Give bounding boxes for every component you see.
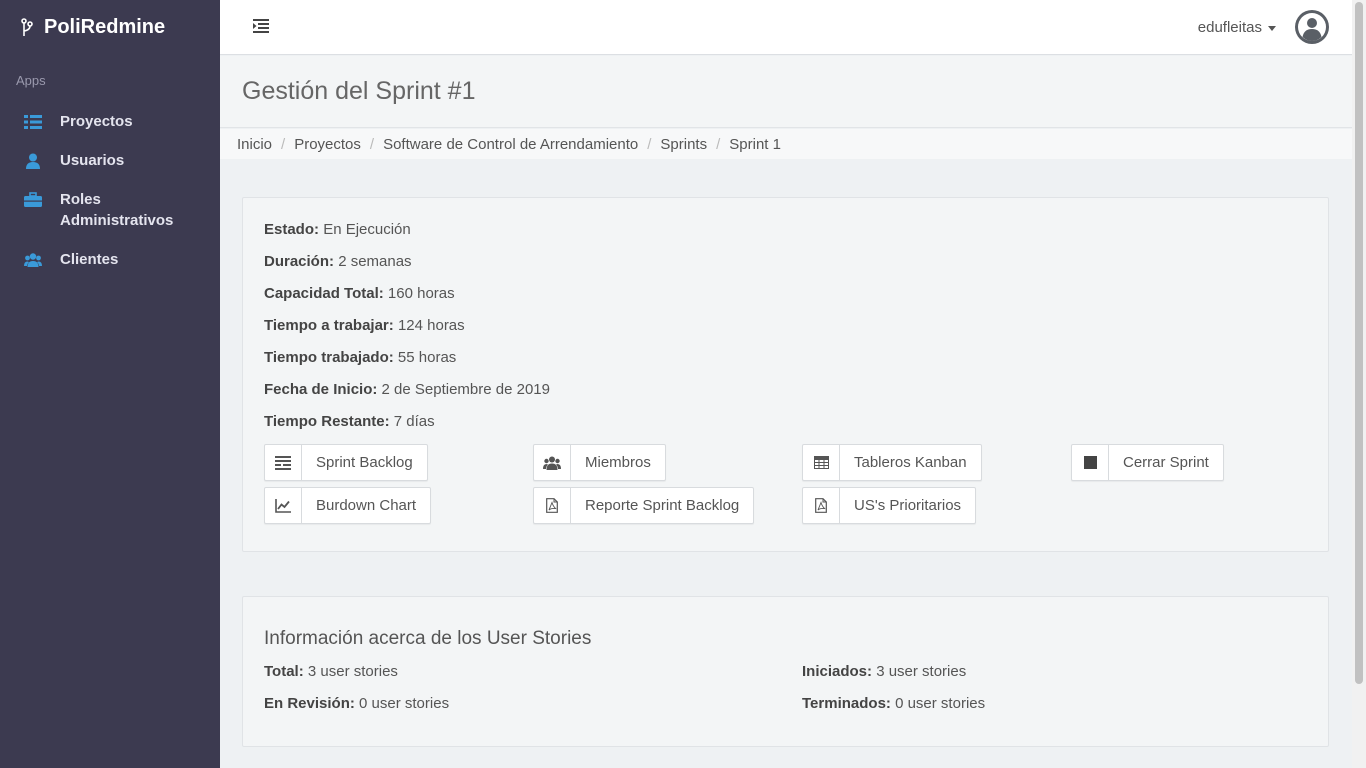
field-duracion: Duración: 2 semanas <box>264 253 412 270</box>
button-label: US's Prioritarios <box>854 497 962 514</box>
stop-icon <box>1072 445 1109 480</box>
breadcrumb-sprints[interactable]: Sprints <box>660 136 707 153</box>
breadcrumb-proyectos[interactable]: Proyectos <box>294 136 361 153</box>
user-icon <box>26 153 40 169</box>
username: edufleitas <box>1197 19 1262 36</box>
tableros-kanban-button[interactable]: Tableros Kanban <box>802 444 982 481</box>
miembros-button[interactable]: Miembros <box>533 444 666 481</box>
backlog-icon <box>265 445 302 480</box>
brand[interactable]: PoliRedmine <box>0 0 220 55</box>
breadcrumb: Inicio / Proyectos / Software de Control… <box>220 129 1352 159</box>
field-tiempo-trabajado: Tiempo trabajado: 55 horas <box>264 349 456 366</box>
scrollbar-thumb[interactable] <box>1355 2 1363 684</box>
breadcrumb-inicio[interactable]: Inicio <box>237 136 272 153</box>
field-label: Fecha de Inicio: <box>264 381 378 398</box>
field-value: 0 user stories <box>359 695 450 712</box>
breadcrumb-separator: / <box>281 135 286 153</box>
sidebar: PoliRedmine Apps Proyectos Usuarios Role… <box>0 0 220 768</box>
field-tiempo-a-trabajar: Tiempo a trabajar: 124 horas <box>264 317 465 334</box>
menu-toggle-icon[interactable] <box>253 19 269 33</box>
field-value: 55 horas <box>397 349 457 366</box>
sprint-info-panel: Estado: En Ejecución Duración: 2 semanas… <box>242 197 1329 552</box>
field-value: 2 semanas <box>338 253 412 270</box>
topbar: edufleitas <box>220 0 1352 55</box>
us-en-revision: En Revisión: 0 user stories <box>264 695 449 712</box>
breadcrumb-separator: / <box>716 135 721 153</box>
user-stories-title: Información acerca de los User Stories <box>264 628 592 649</box>
page-header: Gestión del Sprint #1 <box>220 56 1352 128</box>
field-value: 124 horas <box>397 317 465 334</box>
field-tiempo-restante: Tiempo Restante: 7 días <box>264 413 435 430</box>
sidebar-item-clientes[interactable]: Clientes <box>0 241 220 280</box>
sidebar-item-label: Proyectos <box>60 113 133 130</box>
sidebar-nav: Proyectos Usuarios Roles Administrativos <box>0 103 220 280</box>
line-chart-icon <box>265 488 302 523</box>
button-label: Burdown Chart <box>316 497 417 514</box>
sidebar-item-proyectos[interactable]: Proyectos <box>0 103 220 142</box>
sprint-backlog-button[interactable]: Sprint Backlog <box>264 444 428 481</box>
field-estado: Estado: En Ejecución <box>264 221 411 238</box>
us-prioritarios-button[interactable]: US's Prioritarios <box>802 487 977 524</box>
breadcrumb-current: Sprint 1 <box>729 135 781 153</box>
app-name: PoliRedmine <box>44 16 166 38</box>
field-label: Tiempo a trabajar: <box>264 317 394 334</box>
button-label: Cerrar Sprint <box>1123 454 1209 471</box>
field-label: Terminados: <box>802 695 891 712</box>
cerrar-sprint-button[interactable]: Cerrar Sprint <box>1071 444 1224 481</box>
button-label: Tableros Kanban <box>854 454 967 471</box>
page-scrollbar[interactable] <box>1352 0 1366 768</box>
field-value: 2 de Septiembre de 2019 <box>381 381 550 398</box>
reporte-sprint-backlog-button[interactable]: Reporte Sprint Backlog <box>533 487 755 524</box>
branch-icon <box>21 17 33 36</box>
users-icon <box>534 445 571 480</box>
field-label: Capacidad Total: <box>264 285 384 302</box>
users-icon <box>24 253 42 267</box>
field-value: 160 horas <box>387 285 455 302</box>
breadcrumb-project[interactable]: Software de Control de Arrendamiento <box>383 136 638 153</box>
field-value: 7 días <box>393 413 435 430</box>
table-icon <box>803 445 840 480</box>
field-value: 0 user stories <box>895 695 986 712</box>
field-label: Tiempo trabajado: <box>264 349 394 366</box>
us-iniciados: Iniciados: 3 user stories <box>802 663 966 680</box>
button-label: Sprint Backlog <box>316 454 413 471</box>
briefcase-icon <box>24 192 42 207</box>
user-menu[interactable]: edufleitas <box>1198 19 1276 36</box>
caret-down-icon <box>1268 25 1276 31</box>
field-label: Duración: <box>264 253 335 270</box>
field-value: 3 user stories <box>307 663 398 680</box>
user-stories-panel: Información acerca de los User Stories T… <box>242 596 1329 747</box>
field-fecha-inicio: Fecha de Inicio: 2 de Septiembre de 2019 <box>264 381 550 398</box>
field-value: En Ejecución <box>323 221 411 238</box>
sidebar-item-usuarios[interactable]: Usuarios <box>0 142 220 181</box>
field-label: Iniciados: <box>802 663 873 680</box>
breadcrumb-separator: / <box>369 135 375 153</box>
pdf-file-icon <box>534 488 571 523</box>
list-icon <box>24 115 42 129</box>
burdown-chart-button[interactable]: Burdown Chart <box>264 487 432 524</box>
field-label: Estado: <box>264 221 320 238</box>
field-label: Tiempo Restante: <box>264 413 390 430</box>
pdf-file-icon <box>803 488 840 523</box>
us-total: Total: 3 user stories <box>264 663 398 680</box>
breadcrumb-separator: / <box>647 135 652 153</box>
sidebar-item-label: Usuarios <box>60 152 125 169</box>
field-value: 3 user stories <box>876 663 967 680</box>
sidebar-item-label: Clientes <box>60 251 119 268</box>
us-terminados: Terminados: 0 user stories <box>802 695 985 712</box>
field-label: Total: <box>264 663 304 680</box>
button-label: Miembros <box>585 454 651 471</box>
field-capacidad: Capacidad Total: 160 horas <box>264 285 455 302</box>
sidebar-item-label: Roles Administrativos <box>60 191 174 229</box>
sidebar-item-roles[interactable]: Roles Administrativos <box>0 181 220 241</box>
page-title: Gestión del Sprint #1 <box>242 77 476 105</box>
sidebar-section-label: Apps <box>16 73 46 88</box>
button-label: Reporte Sprint Backlog <box>585 497 740 514</box>
avatar[interactable] <box>1294 9 1330 45</box>
field-label: En Revisión: <box>264 695 355 712</box>
